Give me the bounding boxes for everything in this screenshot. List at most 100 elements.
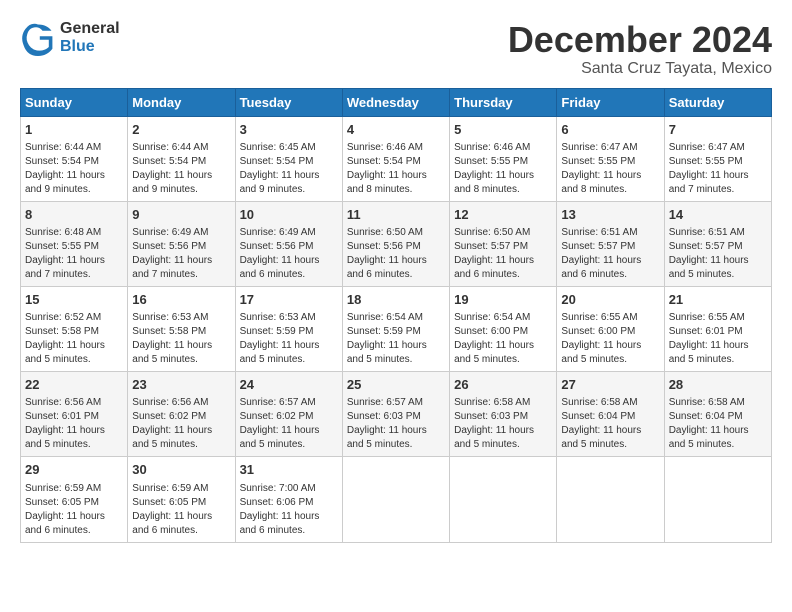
day-number: 24 — [240, 376, 338, 394]
day-info: Sunrise: 6:58 AM Sunset: 6:04 PM Dayligh… — [561, 396, 659, 452]
calendar-cell: 19 Sunrise: 6:54 AM Sunset: 6:00 PM Dayli… — [450, 286, 557, 371]
day-number: 14 — [669, 206, 767, 224]
calendar-cell: 20Sunrise: 6:55 AM Sunset: 6:00 PM Dayli… — [557, 286, 664, 371]
day-info: Sunrise: 6:57 AM Sunset: 6:02 PM Dayligh… — [240, 396, 338, 452]
day-info: Sunrise: 6:59 AM Sunset: 6:05 PM Dayligh… — [25, 482, 123, 538]
day-number: 3 — [240, 121, 338, 139]
logo-text: General Blue — [60, 20, 120, 56]
week-row-3: 15 Sunrise: 6:52 AM Sunset: 5:58 PM Dayli… — [21, 286, 772, 371]
day-info: Sunrise: 6:52 AM Sunset: 5:58 PM Dayligh… — [25, 311, 123, 367]
logo: General Blue — [20, 20, 120, 56]
calendar-table: SundayMondayTuesdayWednesdayThursdayFrid… — [20, 88, 772, 543]
header-row: SundayMondayTuesdayWednesdayThursdayFrid… — [21, 88, 772, 116]
page-header: General Blue December 2024 Santa Cruz Ta… — [20, 20, 772, 78]
day-number: 19 — [454, 291, 552, 309]
calendar-cell: 18 Sunrise: 6:54 AM Sunset: 5:59 PM Dayli… — [342, 286, 449, 371]
calendar-cell: 16 Sunrise: 6:53 AM Sunset: 5:58 PM Dayli… — [128, 286, 235, 371]
calendar-cell: 5Sunrise: 6:46 AM Sunset: 5:55 PM Daylig… — [450, 116, 557, 201]
calendar-cell: 10 Sunrise: 6:49 AM Sunset: 5:56 PM Dayli… — [235, 201, 342, 286]
day-number: 13 — [561, 206, 659, 224]
day-info: Sunrise: 6:58 AM Sunset: 6:03 PM Dayligh… — [454, 396, 552, 452]
day-info: Sunrise: 6:46 AM Sunset: 5:55 PM Dayligh… — [454, 141, 552, 197]
day-header-friday: Friday — [557, 88, 664, 116]
day-number: 1 — [25, 121, 123, 139]
week-row-4: 22Sunrise: 6:56 AM Sunset: 6:01 PM Dayli… — [21, 372, 772, 457]
calendar-cell: 8 Sunrise: 6:48 AM Sunset: 5:55 PM Daylig… — [21, 201, 128, 286]
day-info: Sunrise: 7:00 AM Sunset: 6:06 PM Dayligh… — [240, 482, 338, 538]
week-row-2: 8 Sunrise: 6:48 AM Sunset: 5:55 PM Daylig… — [21, 201, 772, 286]
day-number: 23 — [132, 376, 230, 394]
logo-icon — [20, 20, 56, 56]
calendar-cell: 28 Sunrise: 6:58 AM Sunset: 6:04 PM Dayli… — [664, 372, 771, 457]
calendar-cell: 22Sunrise: 6:56 AM Sunset: 6:01 PM Dayli… — [21, 372, 128, 457]
day-number: 2 — [132, 121, 230, 139]
day-info: Sunrise: 6:44 AM Sunset: 5:54 PM Dayligh… — [25, 141, 123, 197]
day-number: 12 — [454, 206, 552, 224]
day-number: 31 — [240, 461, 338, 479]
day-number: 20 — [561, 291, 659, 309]
day-info: Sunrise: 6:45 AM Sunset: 5:54 PM Dayligh… — [240, 141, 338, 197]
day-number: 21 — [669, 291, 767, 309]
day-info: Sunrise: 6:53 AM Sunset: 5:58 PM Dayligh… — [132, 311, 230, 367]
calendar-cell — [664, 457, 771, 542]
calendar-cell: 12 Sunrise: 6:50 AM Sunset: 5:57 PM Dayli… — [450, 201, 557, 286]
day-header-saturday: Saturday — [664, 88, 771, 116]
calendar-cell: 13 Sunrise: 6:51 AM Sunset: 5:57 PM Dayli… — [557, 201, 664, 286]
calendar-cell — [557, 457, 664, 542]
calendar-cell: 24 Sunrise: 6:57 AM Sunset: 6:02 PM Dayli… — [235, 372, 342, 457]
calendar-cell: 15 Sunrise: 6:52 AM Sunset: 5:58 PM Dayli… — [21, 286, 128, 371]
day-number: 17 — [240, 291, 338, 309]
day-header-tuesday: Tuesday — [235, 88, 342, 116]
calendar-cell: 3 Sunrise: 6:45 AM Sunset: 5:54 PM Daylig… — [235, 116, 342, 201]
calendar-cell — [450, 457, 557, 542]
calendar-cell: 25Sunrise: 6:57 AM Sunset: 6:03 PM Dayli… — [342, 372, 449, 457]
calendar-cell: 31 Sunrise: 7:00 AM Sunset: 6:06 PM Dayli… — [235, 457, 342, 542]
day-info: Sunrise: 6:44 AM Sunset: 5:54 PM Dayligh… — [132, 141, 230, 197]
day-info: Sunrise: 6:47 AM Sunset: 5:55 PM Dayligh… — [669, 141, 767, 197]
calendar-cell: 21 Sunrise: 6:55 AM Sunset: 6:01 PM Dayli… — [664, 286, 771, 371]
calendar-cell: 14 Sunrise: 6:51 AM Sunset: 5:57 PM Dayli… — [664, 201, 771, 286]
day-info: Sunrise: 6:49 AM Sunset: 5:56 PM Dayligh… — [240, 226, 338, 282]
day-number: 30 — [132, 461, 230, 479]
day-number: 18 — [347, 291, 445, 309]
day-header-sunday: Sunday — [21, 88, 128, 116]
calendar-cell: 1 Sunrise: 6:44 AM Sunset: 5:54 PM Daylig… — [21, 116, 128, 201]
day-info: Sunrise: 6:49 AM Sunset: 5:56 PM Dayligh… — [132, 226, 230, 282]
calendar-cell: 30Sunrise: 6:59 AM Sunset: 6:05 PM Dayli… — [128, 457, 235, 542]
day-info: Sunrise: 6:46 AM Sunset: 5:54 PM Dayligh… — [347, 141, 445, 197]
day-number: 6 — [561, 121, 659, 139]
day-info: Sunrise: 6:51 AM Sunset: 5:57 PM Dayligh… — [561, 226, 659, 282]
calendar-cell: 9 Sunrise: 6:49 AM Sunset: 5:56 PM Daylig… — [128, 201, 235, 286]
calendar-cell: 26 Sunrise: 6:58 AM Sunset: 6:03 PM Dayli… — [450, 372, 557, 457]
day-info: Sunrise: 6:58 AM Sunset: 6:04 PM Dayligh… — [669, 396, 767, 452]
calendar-cell: 7 Sunrise: 6:47 AM Sunset: 5:55 PM Daylig… — [664, 116, 771, 201]
day-info: Sunrise: 6:54 AM Sunset: 6:00 PM Dayligh… — [454, 311, 552, 367]
day-number: 9 — [132, 206, 230, 224]
day-number: 4 — [347, 121, 445, 139]
day-number: 16 — [132, 291, 230, 309]
day-info: Sunrise: 6:51 AM Sunset: 5:57 PM Dayligh… — [669, 226, 767, 282]
calendar-cell: 11Sunrise: 6:50 AM Sunset: 5:56 PM Dayli… — [342, 201, 449, 286]
calendar-cell: 27Sunrise: 6:58 AM Sunset: 6:04 PM Dayli… — [557, 372, 664, 457]
day-number: 26 — [454, 376, 552, 394]
day-number: 28 — [669, 376, 767, 394]
calendar-cell: 6Sunrise: 6:47 AM Sunset: 5:55 PM Daylig… — [557, 116, 664, 201]
calendar-cell: 2 Sunrise: 6:44 AM Sunset: 5:54 PM Daylig… — [128, 116, 235, 201]
day-number: 7 — [669, 121, 767, 139]
day-info: Sunrise: 6:55 AM Sunset: 6:01 PM Dayligh… — [669, 311, 767, 367]
calendar-cell: 23 Sunrise: 6:56 AM Sunset: 6:02 PM Dayli… — [128, 372, 235, 457]
calendar-cell — [342, 457, 449, 542]
day-info: Sunrise: 6:54 AM Sunset: 5:59 PM Dayligh… — [347, 311, 445, 367]
day-number: 15 — [25, 291, 123, 309]
week-row-1: 1 Sunrise: 6:44 AM Sunset: 5:54 PM Daylig… — [21, 116, 772, 201]
day-number: 8 — [25, 206, 123, 224]
day-info: Sunrise: 6:50 AM Sunset: 5:57 PM Dayligh… — [454, 226, 552, 282]
location-subtitle: Santa Cruz Tayata, Mexico — [508, 60, 772, 78]
day-header-monday: Monday — [128, 88, 235, 116]
day-info: Sunrise: 6:56 AM Sunset: 6:01 PM Dayligh… — [25, 396, 123, 452]
day-info: Sunrise: 6:48 AM Sunset: 5:55 PM Dayligh… — [25, 226, 123, 282]
day-header-thursday: Thursday — [450, 88, 557, 116]
day-info: Sunrise: 6:56 AM Sunset: 6:02 PM Dayligh… — [132, 396, 230, 452]
day-number: 10 — [240, 206, 338, 224]
calendar-cell: 4 Sunrise: 6:46 AM Sunset: 5:54 PM Daylig… — [342, 116, 449, 201]
